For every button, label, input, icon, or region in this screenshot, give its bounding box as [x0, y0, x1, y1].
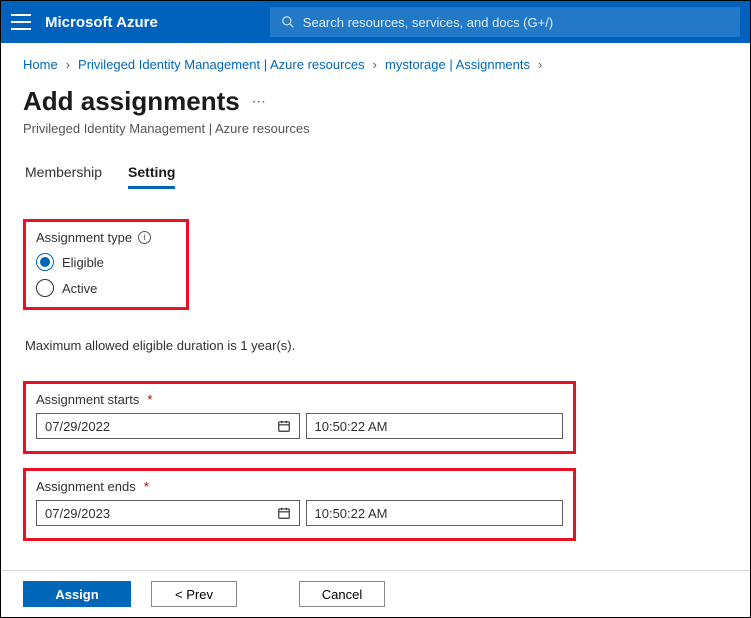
chevron-right-icon: › [373, 57, 377, 72]
ends-date-value: 07/29/2023 [45, 506, 110, 521]
assignment-type-group: Assignment type i Eligible Active [23, 219, 189, 310]
footer-actions: Assign < Prev Cancel [1, 570, 750, 617]
breadcrumb-pim[interactable]: Privileged Identity Management | Azure r… [78, 57, 365, 72]
assignment-starts-label-text: Assignment starts [36, 392, 139, 407]
assignment-type-radios: Eligible Active [36, 253, 176, 297]
calendar-icon [277, 419, 291, 433]
breadcrumb-mystorage[interactable]: mystorage | Assignments [385, 57, 530, 72]
ends-time-value: 10:50:22 AM [315, 506, 388, 521]
content-area: Assignment type i Eligible Active Maximu… [1, 189, 750, 570]
cancel-button[interactable]: Cancel [299, 581, 385, 607]
global-search[interactable] [270, 7, 740, 37]
ends-time-input[interactable]: 10:50:22 AM [306, 500, 564, 526]
radio-active[interactable]: Active [36, 279, 176, 297]
assignment-ends-label-text: Assignment ends [36, 479, 136, 494]
tab-membership[interactable]: Membership [25, 164, 102, 189]
starts-date-value: 07/29/2022 [45, 419, 110, 434]
breadcrumb-home[interactable]: Home [23, 57, 58, 72]
required-indicator: * [144, 479, 149, 494]
duration-note: Maximum allowed eligible duration is 1 y… [23, 338, 728, 353]
info-icon[interactable]: i [138, 231, 151, 244]
top-bar: Microsoft Azure [1, 1, 750, 43]
assignment-ends-group: Assignment ends * 07/29/2023 10:50:22 AM [23, 468, 576, 541]
radio-active-label: Active [62, 281, 97, 296]
radio-eligible[interactable]: Eligible [36, 253, 176, 271]
radio-button-icon [36, 279, 54, 297]
radio-button-icon [36, 253, 54, 271]
assignment-ends-inputs: 07/29/2023 10:50:22 AM [36, 500, 563, 526]
page-title-row: Add assignments ⋯ [1, 80, 750, 117]
chevron-right-icon: › [538, 57, 542, 72]
more-actions-icon[interactable]: ⋯ [252, 93, 268, 110]
brand-label: Microsoft Azure [45, 14, 158, 31]
breadcrumb: Home › Privileged Identity Management | … [1, 43, 750, 80]
tab-setting[interactable]: Setting [128, 164, 175, 189]
hamburger-icon[interactable] [11, 14, 31, 30]
starts-time-input[interactable]: 10:50:22 AM [306, 413, 564, 439]
assignment-ends-label: Assignment ends * [36, 479, 563, 494]
prev-button[interactable]: < Prev [151, 581, 237, 607]
tabs: Membership Setting [1, 136, 750, 189]
calendar-icon [277, 506, 291, 520]
starts-date-input[interactable]: 07/29/2022 [36, 413, 300, 439]
assignment-type-label-text: Assignment type [36, 230, 132, 245]
starts-time-value: 10:50:22 AM [315, 419, 388, 434]
radio-eligible-label: Eligible [62, 255, 104, 270]
assignment-starts-group: Assignment starts * 07/29/2022 10:50:22 A… [23, 381, 576, 454]
required-indicator: * [147, 392, 152, 407]
assign-button[interactable]: Assign [23, 581, 131, 607]
chevron-right-icon: › [66, 57, 70, 72]
page-title: Add assignments [23, 86, 240, 117]
ends-date-input[interactable]: 07/29/2023 [36, 500, 300, 526]
search-icon [281, 15, 295, 29]
page-subtitle: Privileged Identity Management | Azure r… [1, 117, 750, 136]
assignment-type-label: Assignment type i [36, 230, 176, 245]
search-input[interactable] [303, 15, 729, 30]
assignment-starts-label: Assignment starts * [36, 392, 563, 407]
assignment-starts-inputs: 07/29/2022 10:50:22 AM [36, 413, 563, 439]
